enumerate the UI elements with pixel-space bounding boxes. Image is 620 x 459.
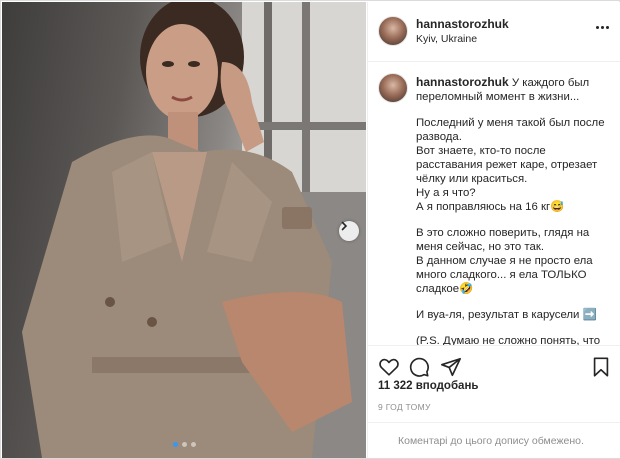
caption-line: Последний у меня такой был после развода… (416, 117, 605, 143)
post-timestamp[interactable]: 9 ГОД ТОМУ (378, 402, 431, 412)
avatar[interactable] (378, 16, 408, 46)
post-header: hannastorozhuk Kyiv, Ukraine (368, 2, 620, 62)
caption-text: hannastorozhuk У каждого был переломный … (416, 75, 612, 345)
caption-line: И вуа-ля, результат в карусели ➡️ (416, 309, 597, 321)
location-link[interactable]: Kyiv, Ukraine (416, 33, 477, 45)
comments-disabled-notice: Коментарі до цього допису обмежено. (368, 422, 620, 458)
more-options-icon[interactable] (596, 22, 612, 32)
caption-line: Ну а я что? (416, 187, 476, 199)
caption-avatar[interactable] (378, 73, 408, 103)
carousel-indicator (2, 442, 366, 447)
caption-section: hannastorozhuk У каждого был переломный … (368, 63, 620, 345)
bookmark-icon[interactable] (590, 356, 612, 378)
caption-line: В данном случае я не просто ела много сл… (416, 255, 593, 295)
caption-line: Вот знаете, кто-то после расставания реж… (416, 145, 598, 185)
username-link[interactable]: hannastorozhuk (416, 17, 509, 31)
caption-line: (P.S. Думаю не сложно понять, что (416, 335, 601, 345)
carousel-dot (181, 442, 187, 447)
caption-line: В это сложно поверить, глядя на меня сей… (416, 227, 590, 253)
carousel-dot (190, 442, 196, 447)
post-photo-illustration (22, 2, 366, 458)
share-icon[interactable] (440, 356, 462, 378)
heart-icon[interactable] (378, 356, 400, 378)
post-photo[interactable] (2, 2, 366, 458)
post-actions-bar (368, 345, 620, 378)
likes-count[interactable]: 11 322 вподобань (378, 380, 478, 392)
carousel-next-button[interactable] (339, 221, 359, 241)
caption-username[interactable]: hannastorozhuk (416, 75, 509, 89)
caption-line: А я поправляюсь на 16 кг😅 (416, 201, 565, 213)
carousel-dot-active (172, 442, 178, 447)
comment-icon[interactable] (408, 356, 430, 378)
instagram-post-frame: hannastorozhuk Kyiv, Ukraine hannastoroz… (0, 0, 620, 459)
post-side-panel: hannastorozhuk Kyiv, Ukraine hannastoroz… (367, 2, 620, 458)
chevron-right-icon (341, 221, 348, 231)
